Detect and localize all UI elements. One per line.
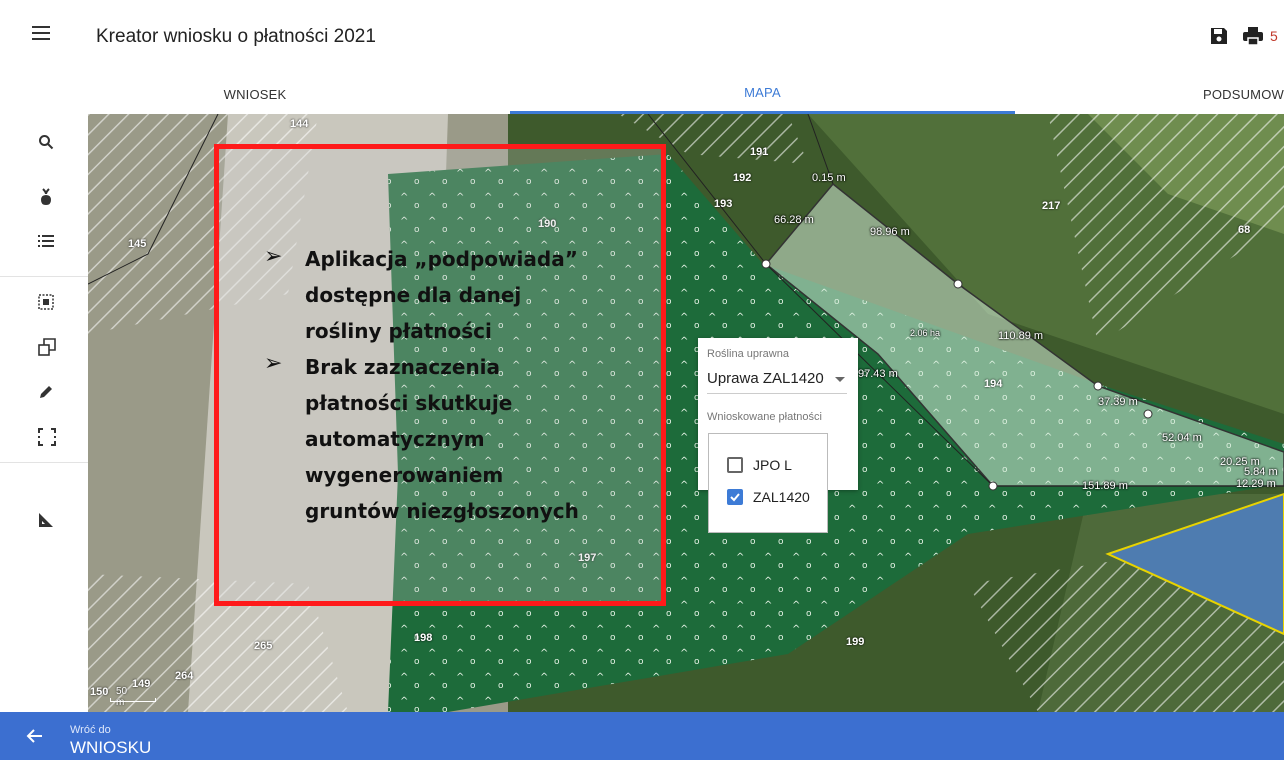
arrow-bullet-icon: ➢ (264, 243, 283, 268)
select-area-icon[interactable] (0, 294, 88, 336)
measurement-label: 151.89 m (1082, 480, 1128, 492)
map-tools-sidebar (0, 114, 88, 712)
page-title: Kreator wniosku o płatności 2021 (96, 26, 376, 47)
payment-option-jpol[interactable]: JPO L (727, 454, 792, 476)
measurement-label: 0.15 m (812, 172, 846, 184)
tab-bar: WNIOSEK MAPA PODSUMOW (0, 74, 1284, 114)
back-to-application-button[interactable]: Wróć do WNIOSKU (0, 712, 1284, 760)
counter-badge: 5 (1270, 28, 1278, 44)
measurement-label: 66.28 m (774, 214, 814, 226)
tab-wniosek[interactable]: WNIOSEK (0, 74, 510, 114)
note-text: automatycznym (305, 427, 485, 451)
measurement-label: 110.89 m (998, 330, 1044, 342)
header-actions: 5 (1202, 22, 1284, 50)
measurement-label: 2.06 ha (910, 328, 941, 338)
checkbox-checked-icon[interactable] (727, 489, 743, 505)
payments-list: JPO L ZAL1420 (708, 433, 828, 533)
parcel-label: 144 (290, 118, 309, 130)
list-icon[interactable] (0, 234, 88, 276)
parcel-label: 199 (846, 636, 865, 648)
map-view[interactable]: ^ o 144 145 190 (88, 114, 1284, 712)
parcel-label: 265 (254, 640, 273, 652)
crop-select[interactable]: Uprawa ZAL1420 (707, 370, 847, 394)
scale-label: 50 m (116, 686, 128, 708)
measurement-label: 5.84 m (1244, 466, 1278, 478)
crop-frame-icon[interactable] (0, 428, 88, 470)
parcel-label: 264 (175, 670, 194, 682)
print-icon[interactable] (1236, 22, 1270, 50)
note-text: gruntów niezgłoszonych (305, 499, 579, 523)
search-icon[interactable] (0, 134, 88, 176)
measurement-label: 12.29 m (1236, 478, 1276, 490)
payment-option-label: JPO L (753, 457, 792, 473)
scale-bar (110, 698, 156, 702)
measurement-label: 52.04 m (1162, 432, 1202, 444)
sidebar-divider (0, 276, 88, 277)
measurement-label: 98.96 m (870, 226, 910, 238)
parcel-label: 194 (984, 378, 1003, 390)
parcel-label: 198 (414, 632, 433, 644)
tab-mapa[interactable]: MAPA (510, 74, 1015, 114)
note-text: rośliny płatności (305, 319, 492, 343)
parcel-label: 150 (90, 686, 109, 698)
measurement-label: 97.43 m (858, 368, 898, 380)
parcel-label: 149 (132, 678, 151, 690)
note-text: wygenerowaniem (305, 463, 504, 487)
pencil-icon[interactable] (0, 384, 88, 426)
note-text: płatności skutkuje (305, 391, 513, 415)
parcel-label: 217 (1042, 200, 1061, 212)
parcel-label: 145 (128, 238, 147, 250)
crop-label: Roślina uprawna (707, 348, 789, 360)
checkbox-unchecked-icon[interactable] (727, 457, 743, 473)
parcel-label: 191 (750, 146, 769, 158)
note-text: Brak zaznaczenia (305, 355, 501, 379)
crop-select-value: Uprawa ZAL1420 (707, 370, 824, 387)
note-text: dostępne dla danej (305, 283, 522, 307)
back-target: WNIOSKU (70, 738, 152, 757)
tab-podsumowanie[interactable]: PODSUMOW (1015, 74, 1284, 114)
chevron-down-icon (835, 377, 845, 382)
app-header: Kreator wniosku o płatności 2021 5 (0, 0, 1284, 74)
note-text: Aplikacja „podpowiada” (305, 247, 578, 271)
parcel-label: 68 (1238, 224, 1251, 236)
ruler-icon[interactable] (0, 512, 88, 554)
save-icon[interactable] (1202, 22, 1236, 50)
back-caption: Wróć do (70, 724, 111, 736)
arrow-left-icon (26, 728, 44, 749)
payment-option-zal1420[interactable]: ZAL1420 (727, 486, 810, 508)
payment-option-label: ZAL1420 (753, 489, 810, 505)
parcel-label: 193 (714, 198, 733, 210)
hamburger-menu-icon[interactable] (30, 24, 58, 48)
parcel-label: 192 (733, 172, 752, 184)
payments-label: Wnioskowane płatności (707, 411, 822, 423)
measurement-label: 37.39 m (1098, 396, 1138, 408)
annotation-box: ➢ Aplikacja „podpowiada” dostępne dla da… (214, 144, 666, 606)
sidebar-divider (0, 462, 88, 463)
copy-icon[interactable] (0, 338, 88, 380)
arrow-bullet-icon: ➢ (264, 350, 283, 375)
plant-icon[interactable] (0, 188, 88, 230)
